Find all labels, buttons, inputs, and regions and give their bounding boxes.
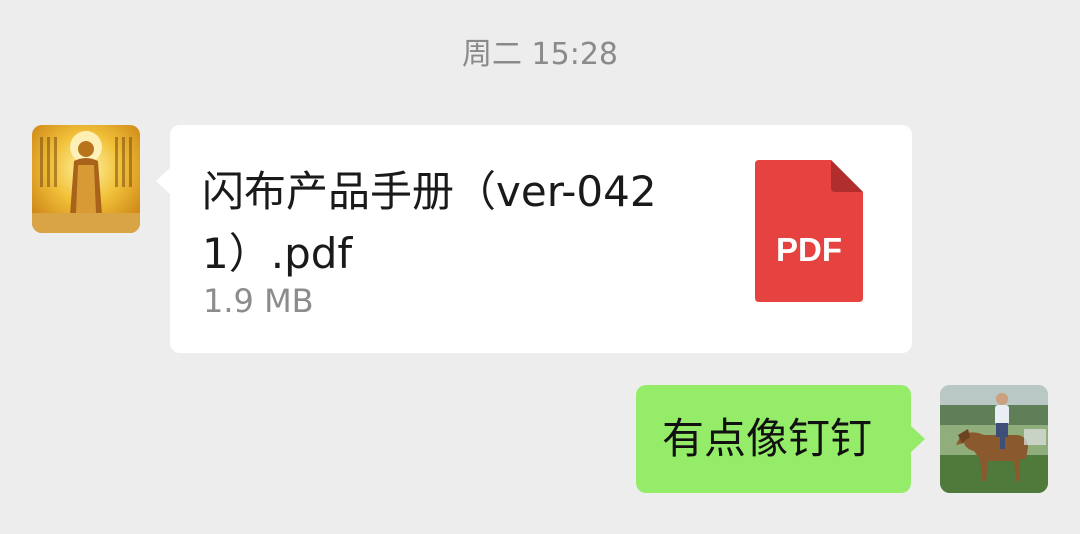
message-text: 有点像钉钉 bbox=[662, 414, 873, 463]
pdf-file-icon: PDF bbox=[755, 160, 863, 302]
file-name: 闪布产品手册（ver-0421）.pdf bbox=[202, 167, 657, 278]
file-message-bubble[interactable]: 闪布产品手册（ver-0421）.pdf 1.9 MB PDF bbox=[156, 125, 912, 353]
buddha-avatar-image bbox=[32, 125, 140, 233]
horse-rider-avatar-image bbox=[940, 385, 1048, 493]
pdf-icon-label: PDF bbox=[776, 231, 842, 268]
self-avatar[interactable] bbox=[940, 385, 1048, 493]
message-timestamp: 周二 15:28 bbox=[462, 37, 618, 72]
text-message-bubble[interactable]: 有点像钉钉 bbox=[636, 385, 925, 493]
file-size: 1.9 MB bbox=[203, 282, 314, 320]
sender-avatar[interactable] bbox=[32, 125, 140, 233]
